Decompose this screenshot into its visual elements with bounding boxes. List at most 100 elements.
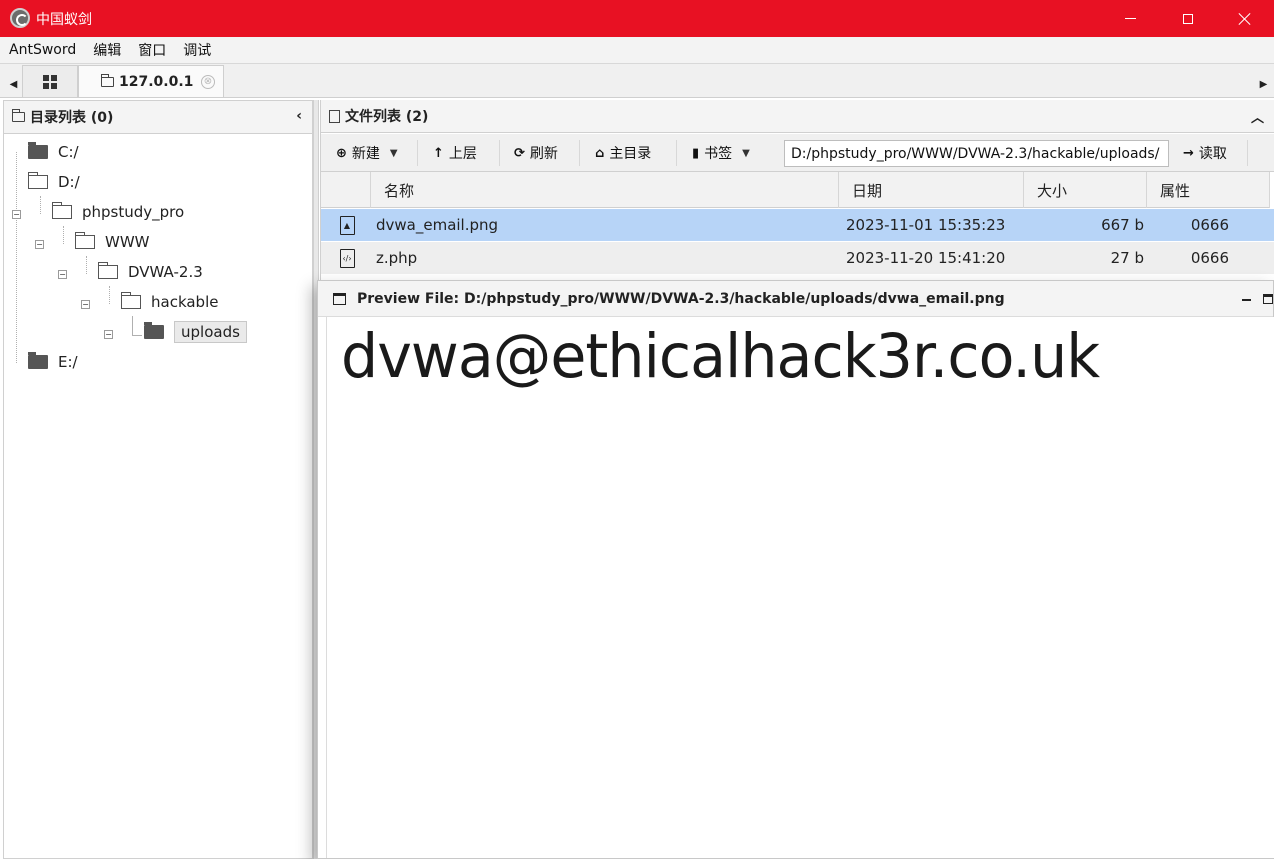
file-icon [329,109,340,123]
tree-item-label: D:/ [58,173,80,191]
tab-scroll-right-button[interactable]: ▶ [1256,70,1271,98]
bookmark-icon: ▮ [692,145,700,161]
tree-item-label: DVWA-2.3 [128,263,203,281]
home-directory-label: 主目录 [609,146,652,162]
bookmark-label: 书签 [704,146,733,162]
minimize-button[interactable] [1101,0,1159,37]
tab-close-icon[interactable]: ⊗ [201,75,215,89]
maximize-icon [1183,13,1193,24]
home-icon: ⌂ [595,145,605,161]
window-icon [333,292,346,305]
tree-item-e-drive[interactable]: E:/ [28,349,78,375]
file-date: 2023-11-20 15:41:20 [846,249,1006,267]
column-size[interactable]: 大小 [1023,172,1146,208]
folder-open-icon [98,262,118,279]
window-title: 中国蚁剑 [36,12,92,28]
file-row[interactable]: ▲ dvwa_email.png 2023-11-01 15:35:23 667… [321,209,1274,241]
tree-item-uploads[interactable]: uploads [144,319,247,345]
directory-tree: C:/ − D:/ − phpstudy_pro − WWW − DVWA-2.… [4,134,312,858]
menu-edit[interactable]: 编辑 [84,40,129,60]
up-level-label: 上层 [448,146,477,162]
bookmark-button[interactable]: ▮ 书签 ▼ [692,141,750,165]
collapse-toggle-icon[interactable]: − [81,300,90,309]
caret-down-icon: ▼ [389,147,398,159]
tree-item-label: hackable [151,293,219,311]
close-window-button[interactable] [1216,0,1274,37]
tree-item-phpstudy-pro[interactable]: phpstudy_pro [52,199,184,225]
directory-panel: 目录列表 (0) ‹ C:/ − D:/ − phpstudy_pro − WW… [3,100,313,859]
plus-circle-icon: ⊕ [336,145,347,161]
tree-item-hackable[interactable]: hackable [121,289,218,315]
new-button[interactable]: ⊕ 新建 ▼ [336,141,398,165]
menu-antsword[interactable]: AntSword [0,42,84,58]
preview-header[interactable]: Preview File: D:/phpstudy_pro/WWW/DVWA-2… [318,281,1273,317]
folder-open-icon [28,172,48,189]
tree-item-www[interactable]: WWW [75,229,150,255]
tree-item-label: WWW [105,233,150,251]
collapse-toggle-icon[interactable]: − [104,330,113,339]
file-grid-header: 名称 日期 大小 属性 [321,172,1270,208]
minimize-icon[interactable] [1242,299,1251,301]
tree-item-dvwa[interactable]: DVWA-2.3 [98,259,203,285]
column-name[interactable]: 名称 [370,172,838,208]
directory-panel-title: 目录列表 (0) [30,110,114,126]
file-name: dvwa_email.png [376,216,499,234]
menu-window[interactable]: 窗口 [129,40,174,60]
file-toolbar: ⊕ 新建 ▼ ↑ 上层 ⟳ 刷新 ⌂ 主目录 ▮ 书签 ▼ → 读取 [321,134,1274,172]
tab-bar: ◀ 127.0.0.1 ⊗ ▶ [0,64,1274,98]
folder-icon [28,352,48,369]
tree-item-d-drive[interactable]: D:/ [28,169,80,195]
refresh-label: 刷新 [529,146,558,162]
maximize-button[interactable] [1159,0,1217,37]
image-file-icon: ▲ [339,215,355,235]
tree-item-label: phpstudy_pro [82,203,185,221]
folder-open-icon [75,232,95,249]
tab-host-label: 127.0.0.1 [119,73,194,90]
collapse-toggle-icon[interactable]: − [12,210,21,219]
code-file-icon: ‹/› [339,248,355,268]
antsword-logo-icon [10,8,30,28]
tab-home[interactable] [22,65,78,97]
file-attributes: 0666 [1190,216,1229,234]
refresh-button[interactable]: ⟳ 刷新 [514,141,558,165]
tab-scroll-left-button[interactable]: ◀ [6,70,21,98]
file-size: 27 b [1110,249,1144,267]
up-level-button[interactable]: ↑ 上层 [433,141,477,165]
minimize-icon [1124,18,1136,19]
caret-down-icon: ▼ [742,147,750,159]
grid-icon [43,74,57,89]
collapse-chevron-up-icon[interactable]: ︿ [1251,107,1264,126]
arrow-right-icon: → [1183,145,1194,161]
column-date[interactable]: 日期 [838,172,1023,208]
folder-icon [101,73,114,87]
title-bar: 中国蚁剑 [0,0,1274,37]
file-attributes: 0666 [1190,249,1229,267]
close-icon [1239,13,1251,25]
collapse-toggle-icon[interactable]: − [58,270,67,279]
menu-debug[interactable]: 调试 [174,40,219,60]
tab-host[interactable]: 127.0.0.1 ⊗ [78,65,224,97]
folder-open-icon [52,202,72,219]
folder-icon [28,142,48,159]
path-input[interactable] [784,140,1169,167]
maximize-icon[interactable] [1263,294,1273,304]
file-date: 2023-11-01 15:35:23 [846,216,1006,234]
column-attributes[interactable]: 属性 [1146,172,1270,208]
file-list-header: 文件列表 (2) ︿ [321,100,1274,133]
tree-item-c-drive[interactable]: C:/ [28,139,79,165]
preview-image-text: dvwa@ethicalhack3r.co.uk [341,321,1100,392]
home-directory-button[interactable]: ⌂ 主目录 [595,141,651,165]
collapse-left-panel-button[interactable]: ‹ [296,108,302,124]
collapse-toggle-icon[interactable]: − [35,240,44,249]
tree-item-label: C:/ [58,143,79,161]
tree-item-label: uploads [174,321,247,343]
read-button[interactable]: → 读取 [1183,141,1227,165]
folder-icon [12,109,25,122]
file-size: 667 b [1101,216,1144,234]
preview-title: Preview File: D:/phpstudy_pro/WWW/DVWA-2… [357,290,1005,307]
preview-body: dvwa@ethicalhack3r.co.uk [326,317,1274,858]
file-row[interactable]: ‹/› z.php 2023-11-20 15:41:20 27 b 0666 [321,242,1274,274]
preview-window: Preview File: D:/phpstudy_pro/WWW/DVWA-2… [317,280,1274,859]
refresh-icon: ⟳ [514,145,525,161]
file-name: z.php [376,249,418,267]
